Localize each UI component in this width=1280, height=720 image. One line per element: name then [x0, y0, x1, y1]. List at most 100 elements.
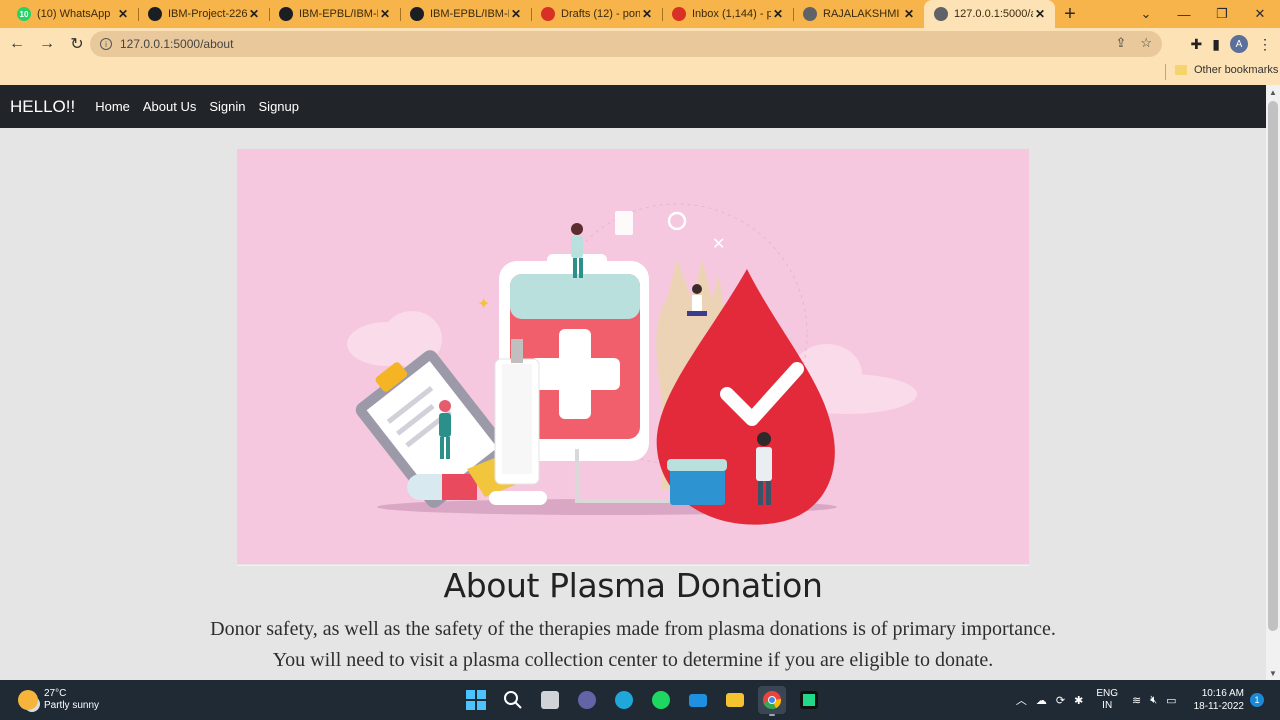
spotify-icon	[652, 691, 670, 709]
browser-tab[interactable]: 10 (10) WhatsApp ✕	[7, 0, 138, 28]
close-tab-icon[interactable]: ✕	[640, 7, 654, 21]
clock[interactable]: 10:16 AM 18-11-2022	[1194, 687, 1244, 713]
tab-strip: 10 (10) WhatsApp ✕ IBM-Project-2265 ✕ IBM-EPB…	[0, 0, 1280, 28]
scrollbar-thumb[interactable]	[1268, 101, 1278, 631]
browser-tab[interactable]: RAJALAKSHMI EN✕	[793, 0, 924, 28]
page-scrollbar[interactable]: ▲ ▼	[1266, 85, 1280, 680]
menu-icon[interactable]: ⋮	[1258, 36, 1272, 53]
whatsapp-icon: 10	[17, 7, 31, 21]
paragraph-donor-safety: Donor safety, as well as the safety of t…	[210, 618, 1056, 640]
task-view-icon	[541, 691, 559, 709]
browser-tab[interactable]: IBM-Project-2265 ✕	[138, 0, 269, 28]
bookmark-star-icon[interactable]: ☆	[1140, 35, 1152, 51]
gmail-icon	[672, 7, 686, 21]
browser-tab[interactable]: 127.0.0.1:5000/ab✕	[924, 0, 1055, 28]
new-tab-button[interactable]: +	[1055, 0, 1085, 28]
start-button[interactable]	[462, 686, 490, 714]
extensions-icon[interactable]: ✚	[1191, 36, 1203, 53]
svg-text:✕: ✕	[712, 234, 725, 253]
side-panel-icon[interactable]: ▮	[1212, 36, 1220, 53]
chat-icon	[578, 691, 596, 709]
teams-chat-button[interactable]	[573, 686, 601, 714]
nav-link-signup[interactable]: Signup	[259, 99, 299, 114]
folder-icon	[1175, 65, 1187, 75]
notification-badge[interactable]: 1	[1250, 693, 1264, 707]
scroll-down-arrow[interactable]: ▼	[1269, 669, 1277, 678]
paragraph-eligibility: You will need to visit a plasma collecti…	[272, 649, 994, 671]
browser-tab[interactable]: IBM-EPBL/IBM-P ✕	[400, 0, 531, 28]
windows-logo-icon	[466, 690, 486, 710]
share-icon[interactable]: ⇪	[1115, 35, 1126, 51]
forward-button[interactable]: →	[34, 31, 60, 57]
close-window-button[interactable]: ✕	[1241, 0, 1279, 28]
close-tab-icon[interactable]: ✕	[771, 7, 785, 21]
clock-date: 18-11-2022	[1193, 701, 1244, 712]
scroll-up-arrow[interactable]: ▲	[1269, 88, 1277, 97]
spotify-button[interactable]	[647, 686, 675, 714]
tab-title: Drafts (12) - ponr	[561, 8, 640, 20]
close-tab-icon[interactable]: ✕	[1033, 7, 1047, 21]
address-bar[interactable]: i 127.0.0.1:5000/about ⇪ ☆	[90, 31, 1162, 57]
reload-button[interactable]: ↻	[64, 31, 90, 57]
close-tab-icon[interactable]: ✕	[378, 7, 392, 21]
site-navbar: HELLO!! Home About Us Signin Signup	[0, 85, 1266, 128]
battery-icon[interactable]: ▭	[1166, 694, 1176, 707]
browser-tab[interactable]: Drafts (12) - ponr ✕	[531, 0, 662, 28]
page-title: About Plasma Donation	[443, 566, 823, 605]
onedrive-cloud-icon[interactable]: ☁	[1036, 694, 1047, 707]
wifi-icon[interactable]: ≋	[1132, 694, 1141, 707]
bookmarks-separator	[1165, 64, 1166, 80]
app-tray-icon[interactable]: ✱	[1074, 694, 1083, 707]
other-bookmarks-label: Other bookmarks	[1194, 64, 1279, 76]
weather-widget[interactable]: 27°C Partly sunny	[18, 688, 99, 712]
show-hidden-icons-chevron-icon[interactable]: ︿	[1016, 692, 1027, 708]
tab-title: IBM-EPBL/IBM-P	[430, 8, 509, 20]
weather-description: Partly sunny	[44, 700, 100, 711]
nav-link-home[interactable]: Home	[95, 99, 130, 114]
plasma-donation-illustration-svg: ✕ ✦	[347, 203, 917, 525]
language-code: ENG	[1096, 688, 1119, 699]
partly-sunny-icon	[18, 690, 38, 710]
close-tab-icon[interactable]: ✕	[509, 7, 523, 21]
task-view-button[interactable]	[536, 686, 564, 714]
tab-title: (10) WhatsApp	[37, 8, 111, 20]
pycharm-icon	[800, 691, 818, 709]
browser-tab[interactable]: IBM-EPBL/IBM-P ✕	[269, 0, 400, 28]
browser-tab[interactable]: Inbox (1,144) - p ✕	[662, 0, 793, 28]
nav-link-about-us[interactable]: About Us	[143, 99, 196, 114]
browser-toolbar: ← → ↻ i 127.0.0.1:5000/about ⇪ ☆ ✚ ▮ A ⋮	[0, 28, 1280, 60]
sync-icon[interactable]: ⟳	[1056, 694, 1065, 707]
profile-avatar[interactable]: A	[1230, 35, 1248, 53]
back-button[interactable]: ←	[4, 31, 30, 57]
tab-title: IBM-EPBL/IBM-P	[299, 8, 378, 20]
edge-button[interactable]	[610, 686, 638, 714]
bookmarks-bar: Other bookmarks	[0, 60, 1280, 85]
close-tab-icon[interactable]: ✕	[247, 7, 261, 21]
tab-title: 127.0.0.1:5000/ab	[954, 8, 1033, 20]
mail-button[interactable]	[684, 686, 712, 714]
clock-time: 10:16 AM	[1201, 688, 1244, 699]
system-tray: ︿ ☁ ⟳ ✱ ENG IN ≋ 🔇︎ ▭ 10:16 AM 18-11-202…	[1016, 680, 1280, 720]
maximize-button[interactable]: ❐	[1203, 0, 1241, 28]
tab-search-icon[interactable]: ⌄	[1127, 0, 1165, 28]
file-explorer-button[interactable]	[721, 686, 749, 714]
pycharm-button[interactable]	[795, 686, 823, 714]
close-tab-icon[interactable]: ✕	[902, 7, 916, 21]
search-button[interactable]	[499, 686, 527, 714]
nav-link-signin[interactable]: Signin	[209, 99, 245, 114]
svg-text:✦: ✦	[477, 294, 490, 313]
github-icon	[148, 7, 162, 21]
other-bookmarks-button[interactable]: Other bookmarks	[1175, 64, 1278, 76]
language-indicator[interactable]: ENG IN	[1096, 688, 1118, 712]
speaker-muted-icon[interactable]: 🔇︎	[1150, 694, 1157, 707]
github-icon	[279, 7, 293, 21]
chrome-icon	[763, 691, 782, 710]
minimize-button[interactable]: —	[1165, 0, 1203, 28]
weather-temperature: 27°C	[44, 688, 67, 699]
chrome-button[interactable]	[758, 686, 786, 716]
tab-list: 10 (10) WhatsApp ✕ IBM-Project-2265 ✕ IBM-EPB…	[7, 0, 1055, 28]
site-brand[interactable]: HELLO!!	[10, 97, 75, 117]
github-icon	[410, 7, 424, 21]
site-info-icon[interactable]: i	[100, 38, 112, 50]
close-tab-icon[interactable]: ✕	[116, 7, 130, 21]
